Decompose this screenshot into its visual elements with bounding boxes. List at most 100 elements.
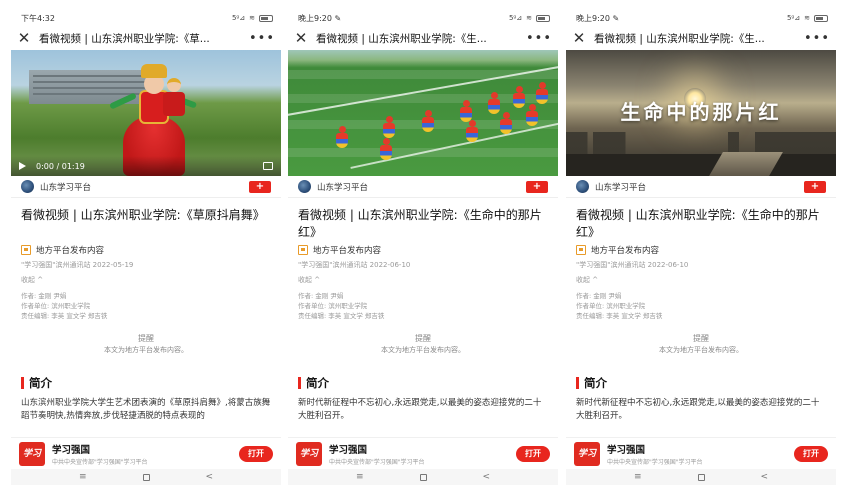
app-logo: 学习	[19, 441, 45, 466]
source-row: 山东学习平台 +	[288, 176, 558, 198]
system-nav-bar: ≡ <	[11, 469, 281, 485]
unit-line: 作者单位: 滨州职业学院	[576, 302, 646, 310]
performer-figure	[422, 110, 434, 132]
notice-text: 本文为地方平台发布内容。	[381, 346, 465, 354]
publish-meta: "学习强国"滨州通讯站 2022-06-10	[298, 261, 411, 269]
follow-button[interactable]: +	[804, 180, 826, 193]
home-icon[interactable]	[419, 473, 427, 481]
wifi-icon: ≋	[526, 14, 532, 22]
author-line: 作者: 金刚 尹娟	[21, 292, 67, 300]
video-player[interactable]: 生命中的那片红	[566, 50, 836, 176]
tag-label: 地方平台发布内容	[591, 246, 660, 256]
status-time: 晚上9:20 ✎	[298, 13, 342, 23]
app-name: 学习强国	[329, 444, 368, 456]
close-icon[interactable]: ✕	[572, 30, 586, 46]
section-title: 简介	[584, 376, 607, 390]
status-bar: 晚上9:20 ✎ 5ᵍ⊿ ≋	[566, 10, 836, 26]
publish-meta: "学习强国"滨州通讯站 2022-06-10	[576, 261, 689, 269]
video-overlay-title: 生命中的那片红	[620, 100, 782, 124]
performer-figure	[380, 138, 392, 160]
source-name[interactable]: 山东学习平台	[595, 181, 798, 193]
follow-button[interactable]: +	[249, 180, 271, 193]
signal-icon: 5ᵍ⊿	[508, 14, 523, 22]
notice-title: 提醒	[138, 334, 154, 343]
menu-icon[interactable]: ≡	[634, 472, 642, 482]
status-bar: 晚上9:20 ✎ 5ᵍ⊿ ≋	[288, 10, 558, 26]
source-row: 山东学习平台 +	[566, 176, 836, 198]
close-icon[interactable]: ✕	[17, 30, 31, 46]
close-icon[interactable]: ✕	[294, 30, 308, 46]
notice-text: 本文为地方平台发布内容。	[659, 346, 743, 354]
editor-line: 责任编辑: 李英 宣文学 郑吉铁	[298, 312, 385, 320]
app-text: 学习强国 中共中央宣传部"学习强国"学习平台	[52, 442, 232, 466]
app-logo: 学习	[574, 441, 600, 466]
source-avatar[interactable]	[21, 180, 34, 193]
source-name[interactable]: 山东学习平台	[40, 181, 243, 193]
performer-figure	[500, 112, 512, 134]
phone-screen-1: 下午4:32 5ᵍ⊿ ≋ ✕ 看微视频 | 山东滨州职业学院:《草... •••…	[11, 10, 281, 485]
article-title: 看微视频 | 山东滨州职业学院:《草原抖肩舞》	[21, 208, 265, 222]
article-title: 看微视频 | 山东滨州职业学院:《生命中的那片红》	[298, 208, 542, 239]
performer-figure	[383, 116, 395, 138]
app-subtitle: 中共中央宣传部"学习强国"学习平台	[52, 458, 148, 466]
notice-title: 提醒	[415, 334, 431, 343]
intro-text: 新时代新征程中不忘初心,永远跟党走,以最美的姿态迎接党的二十大胜利召开。	[298, 398, 542, 421]
intro-text: 山东滨州职业学院大学生艺术团表演的《草原抖肩舞》,将蒙古族舞蹈节奏明快,热情奔放…	[21, 398, 271, 421]
section-title: 简介	[306, 376, 329, 390]
app-subtitle: 中共中央宣传部"学习强国"学习平台	[329, 458, 425, 466]
collapse-toggle[interactable]: 收起 ^	[566, 273, 836, 287]
more-options-icon[interactable]: •••	[804, 32, 830, 45]
performer-figure	[460, 100, 472, 122]
collapse-toggle[interactable]: 收起 ^	[11, 273, 281, 287]
back-icon[interactable]: <	[482, 472, 490, 482]
status-time: 晚上9:20 ✎	[576, 13, 620, 23]
fullscreen-icon[interactable]	[263, 162, 273, 170]
back-icon[interactable]: <	[760, 472, 768, 482]
source-avatar[interactable]	[576, 180, 589, 193]
more-options-icon[interactable]: •••	[526, 32, 552, 45]
open-app-button[interactable]: 打开	[794, 445, 828, 462]
performer-figure	[513, 86, 525, 108]
status-icons: 5ᵍ⊿ ≋	[787, 14, 828, 22]
home-icon[interactable]	[697, 473, 705, 481]
page-title: 看微视频 | 山东滨州职业学院:《草...	[39, 32, 210, 45]
section-marker	[298, 377, 301, 389]
section-header: 简介	[11, 357, 281, 397]
back-icon[interactable]: <	[205, 472, 213, 482]
unit-line: 作者单位: 滨州职业学院	[298, 302, 368, 310]
video-player[interactable]	[288, 50, 558, 176]
title-bar: ✕ 看微视频 | 山东滨州职业学院:《生... •••	[566, 26, 836, 50]
open-app-button[interactable]: 打开	[239, 445, 273, 462]
source-name[interactable]: 山东学习平台	[317, 181, 520, 193]
performer-figure	[536, 82, 548, 104]
performer-figure	[466, 120, 478, 142]
follow-button[interactable]: +	[526, 180, 548, 193]
wifi-icon: ≋	[804, 14, 810, 22]
title-bar: ✕ 看微视频 | 山东滨州职业学院:《生... •••	[288, 26, 558, 50]
collapse-toggle[interactable]: 收起 ^	[288, 273, 558, 287]
section-marker	[576, 377, 579, 389]
phone-screen-2: 晚上9:20 ✎ 5ᵍ⊿ ≋ ✕ 看微视频 | 山东滨州职业学院:《生... •…	[288, 10, 558, 485]
home-icon[interactable]	[142, 473, 150, 481]
app-name: 学习强国	[52, 444, 91, 456]
open-app-button[interactable]: 打开	[516, 445, 550, 462]
play-icon[interactable]	[19, 162, 26, 170]
credits: 作者: 金刚 尹娟 作者单位: 滨州职业学院 责任编辑: 李英 宣文学 郑吉铁	[566, 287, 836, 321]
status-time: 下午4:32	[21, 13, 55, 23]
app-text: 学习强国 中共中央宣传部"学习强国"学习平台	[607, 442, 787, 466]
video-player[interactable]: 0:00 / 01:19	[11, 50, 281, 176]
status-icons: 5ᵍ⊿ ≋	[509, 14, 550, 22]
signal-icon: 5ᵍ⊿	[231, 14, 246, 22]
menu-icon[interactable]: ≡	[356, 472, 364, 482]
document-icon	[576, 245, 586, 255]
status-icons: 5ᵍ⊿ ≋	[232, 14, 273, 22]
content-tag: 地方平台发布内容	[288, 242, 558, 258]
performer-figure	[488, 92, 500, 114]
more-options-icon[interactable]: •••	[249, 32, 275, 45]
system-nav-bar: ≡ <	[566, 469, 836, 485]
app-download-banner: 学习 学习强国 中共中央宣传部"学习强国"学习平台 打开	[566, 437, 836, 469]
source-avatar[interactable]	[298, 180, 311, 193]
video-controls: 0:00 / 01:19	[11, 156, 281, 176]
performer-figure	[526, 104, 538, 126]
menu-icon[interactable]: ≡	[79, 472, 87, 482]
